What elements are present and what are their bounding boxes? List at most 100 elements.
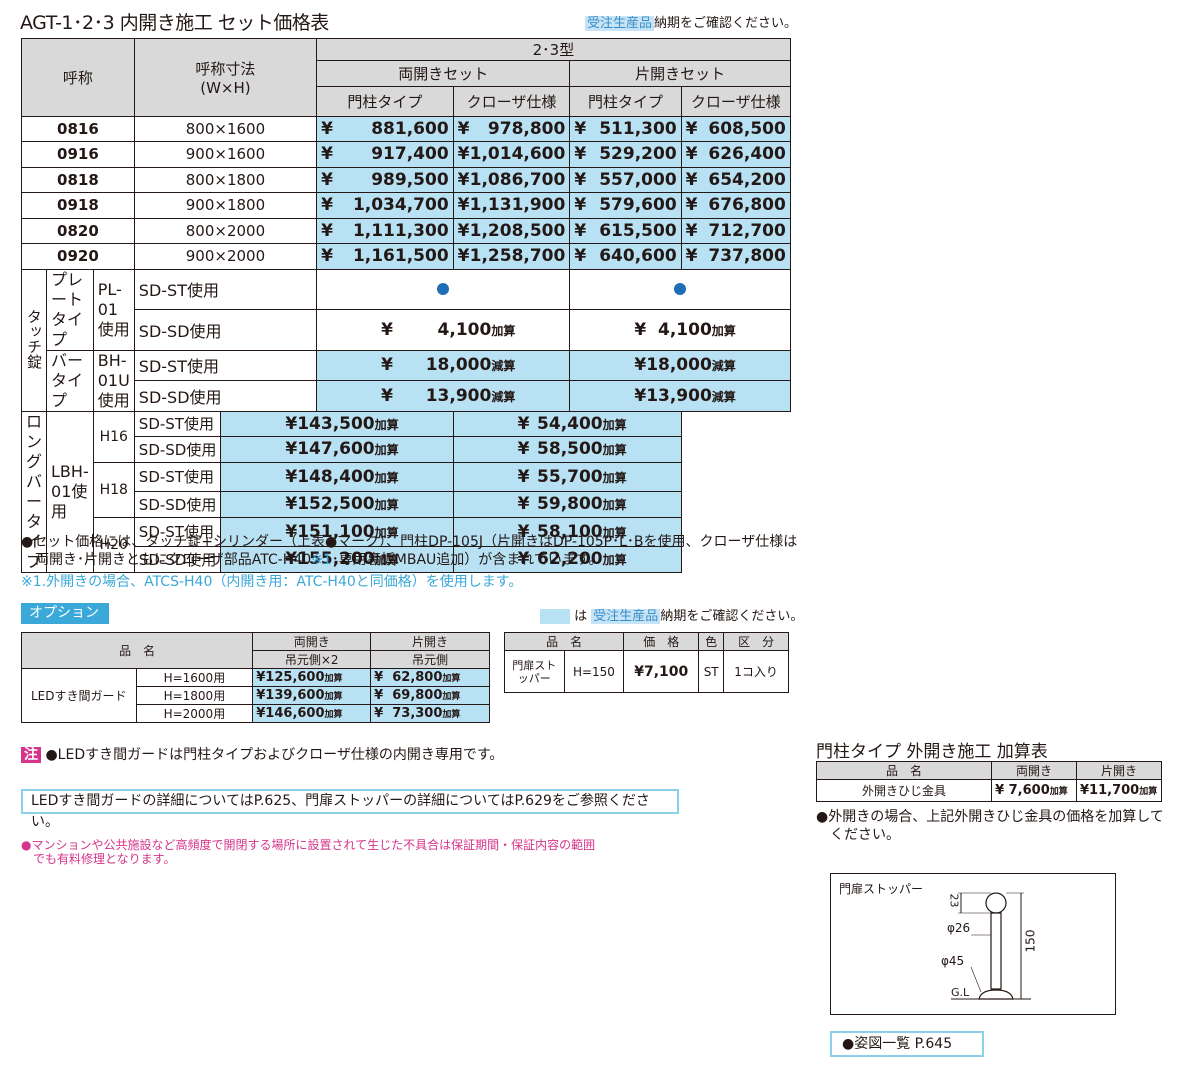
row-code: 0816 (21, 115, 135, 142)
included-dot-icon (437, 282, 450, 295)
stop-item: 門扉ストッパー (504, 650, 565, 693)
row-size: 800×1800 (133, 166, 318, 193)
outer-title: 門柱タイプ 外開き施工 加算表 (816, 742, 1048, 762)
price-cell: ¥615,500 (569, 217, 682, 244)
price-cell: ¥737,800 (680, 243, 791, 270)
dim-150: 150 (1023, 929, 1038, 953)
option-table: 品 名両開き 片開き 吊元側×2 吊元側 LEDすき間ガード H=1600用 ¥125,… (20, 632, 490, 723)
table-row: 0920 900×2000 ¥1,161,500 ¥1,258,700 ¥640,600… (21, 243, 791, 270)
header-closer: クローザ仕様 (680, 85, 791, 117)
outer-h-name: 品 名 (815, 761, 993, 780)
figure-list-link[interactable]: ●姿図一覧 P.645 (830, 1031, 984, 1057)
long-sd: SD-SD使用 (133, 491, 222, 518)
opt-h-name: 品 名 (20, 632, 254, 669)
price-cell: ¥608,500 (680, 115, 791, 142)
bar-sd: SD-SD使用 (133, 380, 318, 412)
price-cell: ¥557,000 (569, 166, 682, 193)
dim-26: φ26 (947, 921, 971, 935)
opt-h-double-sub: 吊元側×2 (252, 650, 372, 669)
lock-label: タッチ錠 (20, 268, 48, 412)
outer-item: 外開きひじ金具 (815, 779, 993, 802)
stop-qty: 1コ入り (723, 650, 789, 693)
table-row: 0818 800×1800 ¥989,500 ¥1,086,700 ¥557,000 ¥6… (21, 166, 791, 193)
note-1: ●セット価格には、タッチ錠+シリンダー（上表●マーク）、門柱DP-105J（片開… (21, 534, 798, 550)
opt-h-double: 両開き (252, 632, 372, 651)
plate-sd: SD-SD使用 (133, 309, 318, 351)
price-cell: ¥881,600 (316, 115, 454, 142)
price-cell: ¥1,086,700 (452, 166, 571, 193)
header-closer: クローザ仕様 (452, 85, 571, 117)
outer-table: 品 名両開き 片開き 外開きひじ金具 ¥ 7,600加算 ¥11,700加算 (815, 761, 1162, 802)
price-cell: ¥58,500加算 (452, 436, 682, 463)
bar-name: バータイプ (46, 349, 94, 412)
price-cell: ¥712,700 (680, 217, 791, 244)
outer-h-single: 片開き (1076, 761, 1162, 780)
table-row: 0820 800×2000 ¥1,111,300 ¥1,208,500 ¥615,500… (21, 217, 791, 244)
price-cell: ¥1,208,500 (452, 217, 571, 244)
opt-single: ¥ 73,300加算 (370, 704, 490, 723)
order-note: 受注生産品 納期をご確認ください。 (585, 12, 797, 31)
header-post: 門柱タイプ (316, 85, 454, 117)
price-cell: ¥13,900減算 (569, 380, 791, 412)
table-row: 0916 900×1600 ¥917,400 ¥1,014,600 ¥529,200 ¥6… (21, 141, 791, 168)
stop-h-name: 品 名 (503, 632, 625, 651)
price-cell: ¥59,800加算 (452, 491, 682, 518)
note-3: ※1.外開きの場合、ATCS-H40（内開き用：ATC-H40と同価格）を使用し… (21, 574, 523, 590)
opt-h-single-sub: 吊元側 (370, 650, 490, 669)
stopper-drawing (951, 892, 1031, 1000)
plate-model: PL-01使用 (92, 268, 135, 351)
row-code: 0818 (21, 166, 135, 193)
price-table: 呼称 呼称寸法 (W×H) 2･3型 両開きセット 片開きセット 門柱タイプ クローザ仕様… (20, 38, 791, 573)
price-cell: ¥4,100加算 (316, 309, 571, 351)
price-cell: ¥626,400 (680, 141, 791, 168)
plate-name: プレートタイプ (46, 268, 94, 351)
table-row: 0918 900×1800 ¥1,034,700 ¥1,131,900 ¥579,600… (21, 192, 791, 219)
chu-badge: 注 (21, 747, 41, 763)
included-mark (316, 268, 571, 310)
long-st: SD-ST使用 (133, 461, 222, 492)
opt-h-single: 片開き (370, 632, 490, 651)
header-name: 呼称 (21, 38, 135, 117)
price-cell: ¥978,800 (452, 115, 571, 142)
opt-single: ¥ 62,800加算 (370, 668, 490, 687)
price-cell: ¥148,400加算 (220, 461, 454, 492)
price-cell: ¥640,600 (569, 243, 682, 270)
opt-double: ¥125,600加算 (252, 668, 372, 687)
stopper-diagram: 門扉ストッパー 23 φ26 φ45 150 G.L (830, 873, 1116, 1015)
price-cell: ¥54,400加算 (452, 410, 682, 437)
long-st: SD-ST使用 (133, 410, 222, 437)
dim-45: φ45 (941, 954, 965, 968)
page-title: AGT-1･2･3 内開き施工 セット価格表 (20, 12, 329, 34)
included-dot-icon (674, 282, 687, 295)
long-h: H16 (92, 410, 135, 463)
warranty-note: ●マンションや公共施設など高頻度で開閉する場所に設置されて生じた不具合は保証期間… (21, 838, 596, 866)
row-size: 900×2000 (133, 243, 318, 270)
stop-h-unit: 区 分 (723, 632, 789, 651)
option-legend: は 受注生産品 納期をご確認ください。 (540, 605, 803, 624)
price-cell: ¥917,400 (316, 141, 454, 168)
stop-price: ¥7,100 (623, 650, 700, 693)
header-size: 呼称寸法 (W×H) (133, 38, 318, 117)
price-cell: ¥1,131,900 (452, 192, 571, 219)
price-cell: ¥18,000減算 (316, 349, 571, 381)
opt-h: H=1600用 (135, 668, 254, 687)
included-mark (569, 268, 791, 310)
price-cell: ¥18,000減算 (569, 349, 791, 381)
stop-h-color: 色 (698, 632, 725, 651)
price-cell: ¥1,034,700 (316, 192, 454, 219)
order-badge: 受注生産品 (585, 16, 655, 31)
long-h: H18 (92, 461, 135, 518)
row-code: 0820 (21, 217, 135, 244)
stop-h-price: 価 格 (623, 632, 700, 651)
order-note-text: 納期をご確認ください。 (654, 16, 798, 31)
price-cell: ¥152,500加算 (220, 491, 454, 518)
option-row: LEDすき間ガード H=1600用 ¥125,600加算 ¥ 62,800加算 (21, 668, 490, 723)
opt-h: H=1800用 (135, 686, 254, 705)
table-row: 0816 800×1600 ¥881,600 ¥978,800 ¥511,300 ¥608… (21, 115, 791, 142)
price-cell: ¥579,600 (569, 192, 682, 219)
price-cell: ¥4,100加算 (569, 309, 791, 351)
note-2: 両開き･片開きともにクローザ部品ATC-H40※1･専用裏板MBAU追加）が含ま… (35, 552, 603, 568)
stopper-table: 品 名価 格色区 分 門扉ストッパー H=150 ¥7,100 ST 1コ入り (503, 632, 789, 693)
price-cell: ¥13,900減算 (316, 380, 571, 412)
price-cell: ¥143,500加算 (220, 410, 454, 437)
